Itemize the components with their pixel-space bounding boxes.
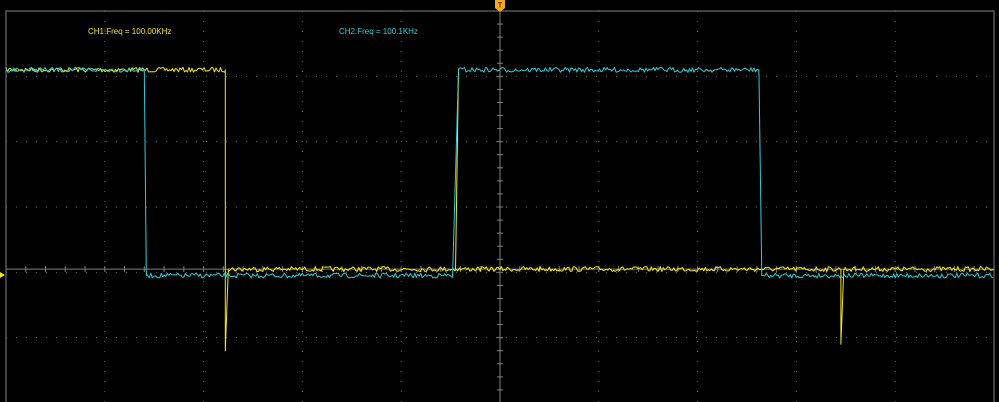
ch1-frequency-readout: CH1:Freq = 100.00KHz [88, 27, 172, 36]
ch2-frequency-readout: CH2:Freq = 100.1KHz [339, 27, 418, 36]
oscilloscope-screen [0, 0, 999, 402]
trigger-t-icon[interactable]: T [495, 0, 505, 12]
trigger-label: T [498, 3, 503, 10]
channel-level-arrow-icon[interactable] [0, 272, 5, 278]
